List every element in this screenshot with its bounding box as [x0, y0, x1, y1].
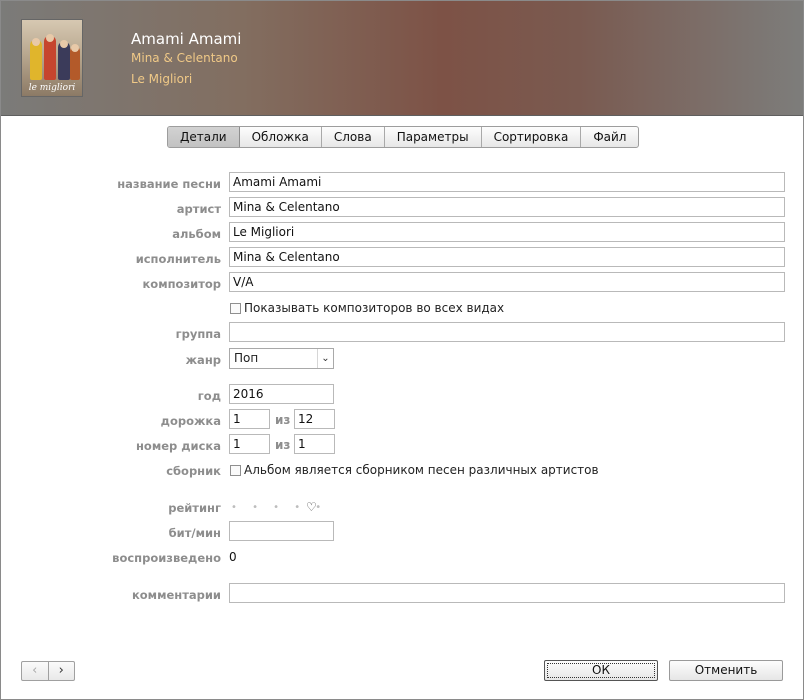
header-album: Le Migliori	[131, 72, 193, 86]
genre-select[interactable]: Поп ⌄	[229, 348, 334, 369]
comments-input[interactable]	[229, 583, 785, 603]
header-song-title: Amami Amami	[131, 30, 242, 48]
tab-file[interactable]: Файл	[581, 127, 638, 147]
show-composers-checkbox[interactable]	[230, 303, 241, 314]
genre-value: Поп	[234, 351, 259, 365]
album-cover[interactable]: le migliori	[21, 19, 83, 97]
disc-label: номер диска	[135, 439, 221, 453]
comments-label: комментарии	[131, 588, 221, 602]
compilation-label: сборник	[166, 464, 221, 478]
chevron-down-icon: ⌄	[317, 349, 333, 368]
track-number-input[interactable]	[229, 409, 270, 429]
album-label: альбом	[172, 227, 221, 241]
song-name-input[interactable]	[229, 172, 785, 192]
track-label: дорожка	[160, 414, 221, 428]
grouping-input[interactable]	[229, 322, 785, 342]
tab-lyrics[interactable]: Слова	[322, 127, 385, 147]
tab-details[interactable]: Детали	[168, 127, 240, 147]
artist-label: артист	[176, 202, 221, 216]
track-navigation: ‹ ›	[21, 661, 75, 681]
tab-artwork[interactable]: Обложка	[240, 127, 322, 147]
disc-count-input[interactable]	[294, 434, 335, 454]
grouping-label: группа	[175, 327, 221, 341]
ok-button[interactable]: ОК	[544, 660, 658, 681]
composer-input[interactable]	[229, 272, 785, 292]
compilation-checkbox-label[interactable]: Альбом является сборником песен различны…	[244, 463, 599, 477]
compilation-checkbox[interactable]	[230, 465, 241, 476]
header-artist: Mina & Celentano	[131, 51, 238, 65]
bpm-input[interactable]	[229, 521, 334, 541]
disc-number-input[interactable]	[229, 434, 270, 454]
rating-label: рейтинг	[168, 501, 221, 515]
cover-head	[60, 40, 68, 48]
track-count-input[interactable]	[294, 409, 335, 429]
tab-bar: Детали Обложка Слова Параметры Сортировк…	[167, 126, 640, 148]
cover-head	[32, 38, 40, 46]
header: le migliori Amami Amami Mina & Celentano…	[1, 1, 803, 116]
heart-icon[interactable]: ♡	[306, 500, 317, 514]
cancel-button[interactable]: Отменить	[669, 660, 783, 681]
next-track-button[interactable]: ›	[49, 662, 75, 680]
tab-options[interactable]: Параметры	[385, 127, 482, 147]
plays-value: 0	[229, 550, 237, 564]
song-info-dialog: le migliori Amami Amami Mina & Celentano…	[0, 0, 804, 700]
cover-head	[71, 44, 79, 52]
genre-label: жанр	[185, 353, 221, 367]
album-input[interactable]	[229, 222, 785, 242]
show-composers-label[interactable]: Показывать композиторов во всех видах	[244, 301, 504, 315]
year-input[interactable]	[229, 384, 334, 404]
cover-figure	[30, 40, 42, 80]
cover-head	[46, 34, 54, 42]
tab-sorting[interactable]: Сортировка	[482, 127, 582, 147]
composer-label: композитор	[142, 277, 222, 291]
cover-title: le migliori	[28, 83, 76, 93]
cover-figure	[44, 36, 56, 80]
album-artist-input[interactable]	[229, 247, 785, 267]
song-name-label: название песни	[117, 177, 221, 191]
previous-track-button[interactable]: ‹	[22, 662, 49, 680]
year-label: год	[197, 389, 221, 403]
bpm-label: бит/мин	[168, 526, 221, 540]
disc-of-label: из	[275, 438, 291, 452]
album-artist-label: исполнитель	[135, 252, 221, 266]
artist-input[interactable]	[229, 197, 785, 217]
track-of-label: из	[275, 413, 291, 427]
plays-label: воспроизведено	[112, 551, 221, 565]
